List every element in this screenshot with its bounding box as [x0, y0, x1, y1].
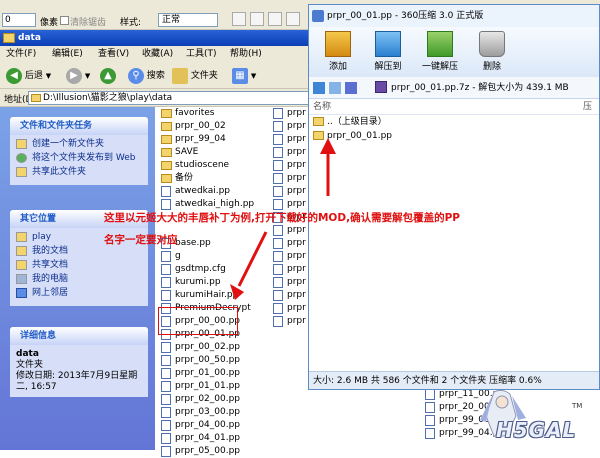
- h5gal-logo: H5GAL TM: [472, 386, 590, 442]
- arrow-to-zip-file: [320, 138, 336, 196]
- watermark-tm: TM: [572, 402, 583, 410]
- annotation-arrows: [230, 138, 336, 300]
- annotation-line2: 名字一定要对应: [104, 234, 178, 246]
- annotation-line1: 这里以元姬大大的丰唇补丁为例,打开下载好的MOD,确认需要解包覆盖的PP: [104, 212, 460, 224]
- watermark-text: H5GAL: [496, 418, 577, 442]
- arrow-to-pp-file: [230, 231, 268, 300]
